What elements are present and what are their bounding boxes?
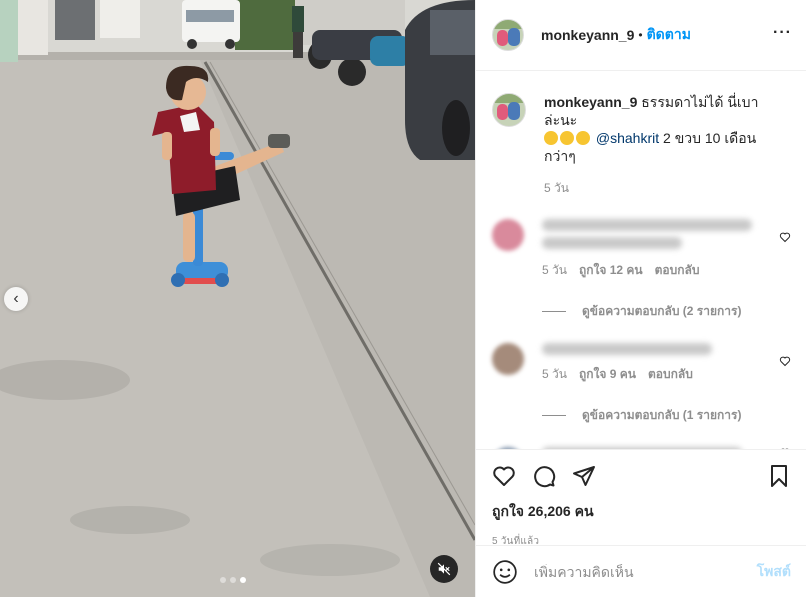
reply-button[interactable]: ตอบกลับ <box>655 261 700 280</box>
heart-icon[interactable] <box>779 231 791 243</box>
heart-icon[interactable] <box>492 464 516 488</box>
mute-button[interactable] <box>430 555 458 583</box>
carousel-dot <box>230 577 236 583</box>
comment-text-redacted <box>542 237 682 249</box>
post-caption: monkeyann_9 ธรรมดาไม่ได้ นี่เบาล่ะนะ @sh… <box>492 71 791 197</box>
post-media[interactable]: ‹ <box>0 0 475 597</box>
likes-count[interactable]: ถูกใจ 26,206 คน <box>492 501 791 523</box>
comment-meta: 5 วัน ถูกใจ 9 คน ตอบกลับ <box>542 365 772 384</box>
grinning-sweat-emoji-icon <box>576 131 590 145</box>
post-header: monkeyann_9 • ติดตาม ··· <box>476 0 806 71</box>
grinning-sweat-emoji-icon <box>544 131 558 145</box>
post-comment-button[interactable]: โพสต์ <box>757 561 791 583</box>
speaker-muted-icon <box>437 562 451 576</box>
caption-username[interactable]: monkeyann_9 <box>544 94 637 110</box>
avatar[interactable] <box>492 19 524 51</box>
emoji-picker-icon[interactable] <box>492 559 518 585</box>
carousel-prev-button[interactable]: ‹ <box>4 287 28 311</box>
view-replies-button[interactable]: ดูข้อความตอบกลับ (2 รายการ) <box>542 302 791 321</box>
post-actions: ถูกใจ 26,206 คน 5 วันที่แล้ว <box>476 449 806 549</box>
comment-text-redacted <box>542 219 752 231</box>
add-comment-bar: โพสต์ <box>476 545 806 597</box>
comment-input[interactable] <box>534 563 757 580</box>
comments-list[interactable]: monkeyann_9 ธรรมดาไม่ได้ นี่เบาล่ะนะ @sh… <box>476 71 806 449</box>
comment-likes[interactable]: ถูกใจ 9 คน <box>579 365 636 384</box>
comment-likes[interactable]: ถูกใจ 12 คน <box>579 261 643 280</box>
follow-button[interactable]: ติดตาม <box>647 24 691 46</box>
heart-icon[interactable] <box>779 355 791 367</box>
share-icon[interactable] <box>572 464 596 488</box>
caption-time[interactable]: 5 วัน <box>544 179 774 197</box>
replies-line <box>542 415 566 416</box>
comment-avatar[interactable] <box>492 343 524 375</box>
author-username[interactable]: monkeyann_9 <box>541 27 634 43</box>
action-icons <box>492 462 791 490</box>
comment-meta: 5 วัน ถูกใจ 12 คน ตอบกลับ <box>542 261 772 280</box>
comment-avatar[interactable] <box>492 219 524 251</box>
view-replies-button[interactable]: ดูข้อความตอบกลับ (1 รายการ) <box>542 406 791 425</box>
comment-time[interactable]: 5 วัน <box>542 365 567 384</box>
caption-mention-link[interactable]: @shahkrit <box>596 130 659 146</box>
post-dialog: ‹ monkeyann_9 • ติดตาม ··· monkeyann_9 ธ… <box>0 0 806 597</box>
comment-item: 5 วัน ถูกใจ 9 คน ตอบกลับ <box>492 343 791 384</box>
carousel-dot <box>220 577 226 583</box>
carousel-indicator <box>220 577 246 583</box>
comment-body: 5 วัน ถูกใจ 12 คน ตอบกลับ <box>542 219 772 280</box>
chevron-left-icon: ‹ <box>13 290 19 307</box>
post-side-panel: monkeyann_9 • ติดตาม ··· monkeyann_9 ธรร… <box>475 0 806 597</box>
caption-body: monkeyann_9 ธรรมดาไม่ได้ นี่เบาล่ะนะ @sh… <box>544 93 774 197</box>
replies-line <box>542 311 566 312</box>
view-replies-label: ดูข้อความตอบกลับ (1 รายการ) <box>582 408 742 422</box>
separator-dot: • <box>638 28 643 42</box>
caption-avatar[interactable] <box>492 93 526 127</box>
comment-time[interactable]: 5 วัน <box>542 261 567 280</box>
comment-icon[interactable] <box>532 464 556 488</box>
more-options-icon[interactable]: ··· <box>773 24 792 42</box>
bookmark-icon[interactable] <box>767 464 791 488</box>
view-replies-label: ดูข้อความตอบกลับ (2 รายการ) <box>582 304 742 318</box>
comment-body: 5 วัน ถูกใจ 9 คน ตอบกลับ <box>542 343 772 384</box>
reply-button[interactable]: ตอบกลับ <box>648 365 693 384</box>
carousel-dot-active <box>240 577 246 583</box>
video-frame <box>0 0 475 597</box>
comment-item: 5 วัน ถูกใจ 12 คน ตอบกลับ <box>492 219 791 280</box>
grinning-sweat-emoji-icon <box>560 131 574 145</box>
comment-text-redacted <box>542 343 712 355</box>
